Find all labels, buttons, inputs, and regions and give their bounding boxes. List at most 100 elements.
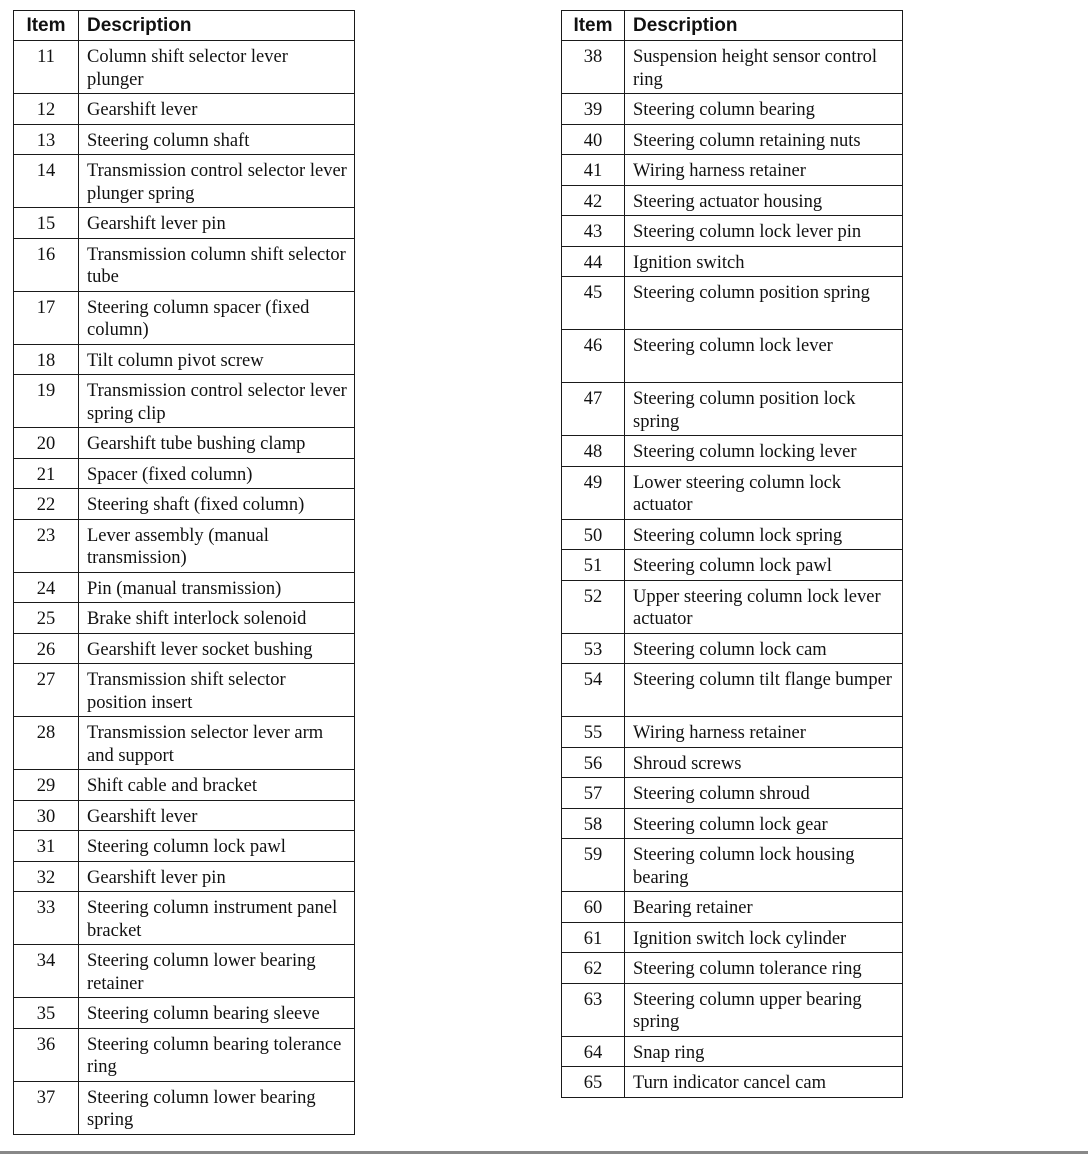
table-row: 34 Steering column lower bearing retainer — [13, 944, 355, 998]
item-description: Steering column shroud — [624, 777, 903, 809]
item-number: 36 — [13, 1027, 79, 1082]
item-description: Suspension height sensor control ring — [624, 40, 903, 94]
table-row: 60 Bearing retainer — [561, 891, 903, 923]
table-row: 28 Transmission selector lever arm and su… — [13, 716, 355, 770]
item-description: Steering column position lock spring — [624, 382, 903, 436]
item-description: Bearing retainer — [624, 891, 903, 923]
item-number: 15 — [13, 207, 79, 239]
table-row: 49 Lower steering column lock actuator — [561, 465, 903, 520]
item-number: 23 — [13, 518, 79, 573]
table-row: 45 Steering column position spring — [561, 276, 903, 330]
table-row: 24 Pin (manual transmission) — [13, 571, 355, 603]
item-description: Lever assembly (manual transmission) — [78, 518, 355, 573]
item-number: 56 — [561, 746, 625, 778]
item-description: Steering column instrument panel bracket — [78, 891, 355, 945]
item-description: Steering column lock gear — [624, 807, 903, 839]
table-row: 51 Steering column lock pawl — [561, 549, 903, 581]
table-row: 26 Gearshift lever socket bushing — [13, 632, 355, 664]
item-number: 41 — [561, 154, 625, 186]
table-row: 58 Steering column lock gear — [561, 807, 903, 839]
item-description: Transmission control selector lever plun… — [78, 154, 355, 208]
item-description: Tilt column pivot screw — [78, 343, 355, 375]
table-row: 48 Steering column locking lever — [561, 435, 903, 467]
table-row: 62 Steering column tolerance ring — [561, 952, 903, 984]
item-number: 50 — [561, 518, 625, 550]
item-description: Transmission shift selector position ins… — [78, 663, 355, 717]
table-row: 12 Gearshift lever — [13, 93, 355, 125]
item-number: 12 — [13, 93, 79, 125]
table-row: 44 Ignition switch — [561, 245, 903, 277]
item-description: Brake shift interlock solenoid — [78, 602, 355, 634]
item-description: Gearshift lever pin — [78, 860, 355, 892]
item-description: Gearshift lever — [78, 93, 355, 125]
table-row: 23 Lever assembly (manual transmission) — [13, 518, 355, 573]
item-description: Gearshift tube bushing clamp — [78, 427, 355, 459]
item-description: Steering shaft (fixed column) — [78, 488, 355, 520]
table-row: 54 Steering column tilt flange bumper — [561, 663, 903, 717]
table-row: 13 Steering column shaft — [13, 123, 355, 155]
table-row: 59 Steering column lock housing bearing — [561, 838, 903, 892]
item-description: Ignition switch lock cylinder — [624, 921, 903, 953]
item-description: Steering column position spring — [624, 276, 903, 330]
page-bottom-rule — [0, 1151, 1088, 1154]
item-description: Wiring harness retainer — [624, 716, 903, 748]
table-row: 20 Gearshift tube bushing clamp — [13, 427, 355, 459]
table-row: 47 Steering column position lock spring — [561, 382, 903, 436]
table-row: 37 Steering column lower bearing spring — [13, 1080, 355, 1135]
parts-table-left: Item Description 11 Column shift selector… — [13, 10, 355, 1135]
header-row: Item Description — [13, 10, 355, 41]
item-number: 51 — [561, 549, 625, 581]
item-number: 17 — [13, 290, 79, 345]
table-row: 40 Steering column retaining nuts — [561, 123, 903, 155]
table-row: 61 Ignition switch lock cylinder — [561, 921, 903, 953]
item-number: 60 — [561, 891, 625, 923]
item-number: 54 — [561, 663, 625, 717]
item-number: 55 — [561, 716, 625, 748]
item-number: 34 — [13, 944, 79, 998]
table-row: 16 Transmission column shift selector tub… — [13, 237, 355, 292]
item-description: Steering column bearing sleeve — [78, 997, 355, 1029]
header-row: Item Description — [561, 10, 903, 41]
item-description: Gearshift lever pin — [78, 207, 355, 239]
item-description: Gearshift lever — [78, 799, 355, 831]
table-row: 41 Wiring harness retainer — [561, 154, 903, 186]
item-description: Steering actuator housing — [624, 184, 903, 216]
item-number: 29 — [13, 769, 79, 801]
item-number: 46 — [561, 329, 625, 383]
item-description: Wiring harness retainer — [624, 154, 903, 186]
item-number: 20 — [13, 427, 79, 459]
item-number: 25 — [13, 602, 79, 634]
item-number: 44 — [561, 245, 625, 277]
item-number: 26 — [13, 632, 79, 664]
table-row: 57 Steering column shroud — [561, 777, 903, 809]
parts-table-right: Item Description 38 Suspension height sen… — [561, 10, 903, 1098]
table-row: 43 Steering column lock lever pin — [561, 215, 903, 247]
table-row: 53 Steering column lock cam — [561, 632, 903, 664]
item-description: Lower steering column lock actuator — [624, 465, 903, 520]
item-number: 22 — [13, 488, 79, 520]
item-description: Transmission column shift selector tube — [78, 237, 355, 292]
item-number: 13 — [13, 123, 79, 155]
item-number: 37 — [13, 1080, 79, 1135]
item-number: 31 — [13, 830, 79, 862]
item-number: 45 — [561, 276, 625, 330]
item-description: Steering column lock housing bearing — [624, 838, 903, 892]
table-row: 30 Gearshift lever — [13, 799, 355, 831]
item-number: 47 — [561, 382, 625, 436]
item-description: Steering column spacer (fixed column) — [78, 290, 355, 345]
table-row: 38 Suspension height sensor control ring — [561, 40, 903, 94]
item-number: 64 — [561, 1035, 625, 1067]
item-number: 30 — [13, 799, 79, 831]
item-column-header: Item — [13, 10, 79, 41]
item-number: 28 — [13, 716, 79, 770]
item-number: 39 — [561, 93, 625, 125]
table-row: 32 Gearshift lever pin — [13, 860, 355, 892]
item-number: 19 — [13, 374, 79, 428]
item-description: Steering column lower bearing retainer — [78, 944, 355, 998]
item-number: 42 — [561, 184, 625, 216]
item-number: 16 — [13, 237, 79, 292]
item-number: 61 — [561, 921, 625, 953]
item-description: Steering column lock pawl — [624, 549, 903, 581]
item-description: Steering column shaft — [78, 123, 355, 155]
table-row: 15 Gearshift lever pin — [13, 207, 355, 239]
